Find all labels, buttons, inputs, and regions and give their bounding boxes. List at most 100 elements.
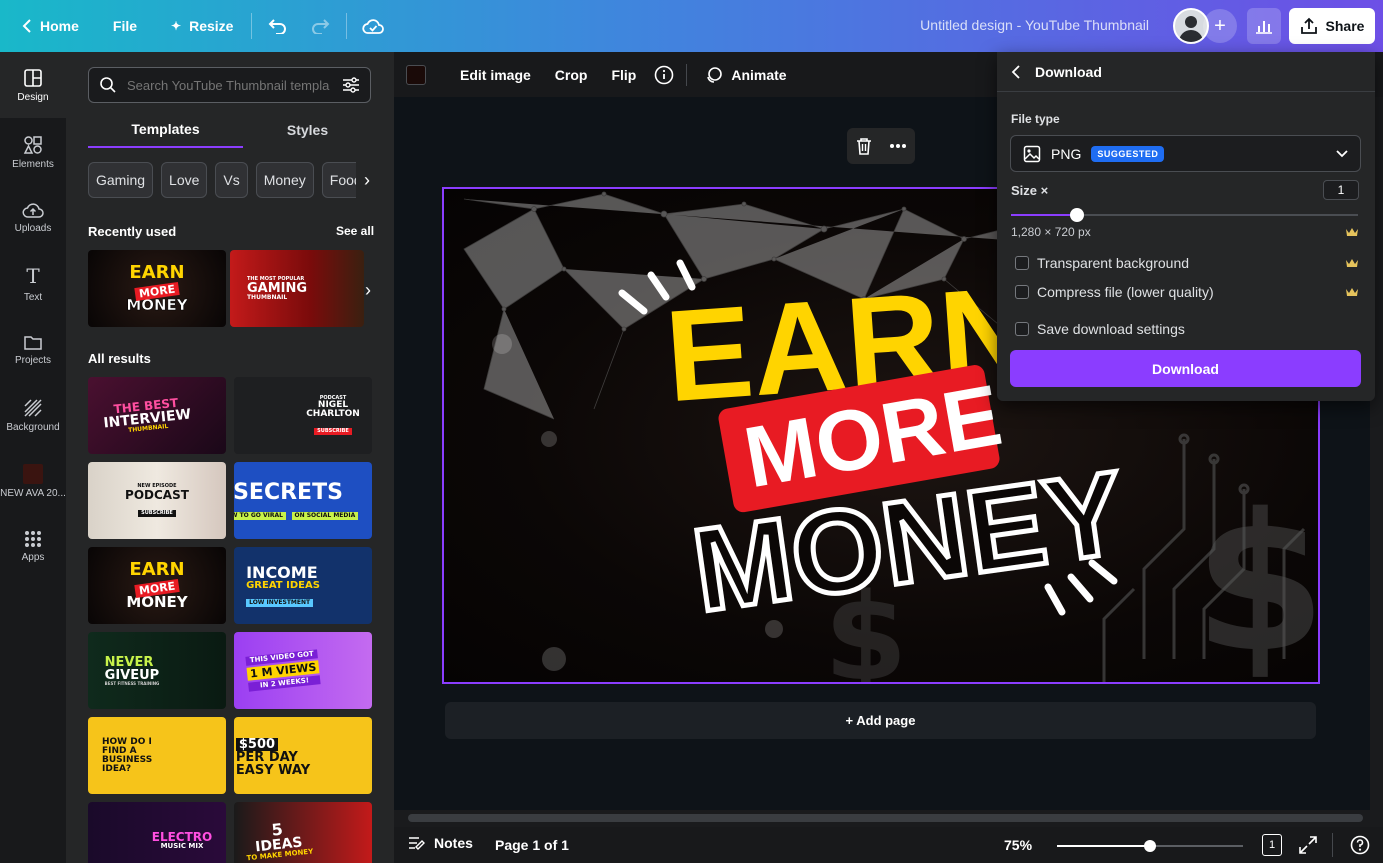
- template-thumbnail[interactable]: NEW EPISODE PODCAST SUBSCRIBE: [88, 462, 226, 539]
- trash-icon[interactable]: [856, 137, 872, 155]
- compress-file-checkbox[interactable]: Compress file (lower quality): [1015, 284, 1214, 300]
- template-thumbnail[interactable]: HOW DO I FIND A BUSINESS IDEA?: [88, 717, 226, 794]
- template-thumbnail[interactable]: THE MOST POPULAR GAMING THUMBNAIL: [230, 250, 364, 327]
- thumb-text: INCOME GREAT IDEAS LOW INVESTMENT: [246, 564, 320, 607]
- category-chips: Gaming Love Vs Money Food: [88, 162, 370, 198]
- info-button[interactable]: [648, 59, 680, 91]
- all-results-heading: All results: [88, 351, 151, 366]
- thumb-line1: NEVER: [104, 654, 154, 670]
- cloud-check-icon: [362, 19, 385, 34]
- zoom-slider[interactable]: [1057, 840, 1243, 852]
- rail-item-background[interactable]: Background: [0, 385, 66, 445]
- search-bar[interactable]: [88, 67, 371, 103]
- size-value: 1: [1337, 183, 1345, 197]
- page-grid-button[interactable]: 1: [1262, 834, 1282, 856]
- redo-button[interactable]: [302, 8, 338, 44]
- undo-button[interactable]: [260, 8, 296, 44]
- home-button[interactable]: Home: [12, 8, 89, 44]
- notes-button[interactable]: Notes: [408, 835, 473, 851]
- thumb-line3: LOW INVESTMENT: [246, 598, 314, 607]
- chip-love[interactable]: Love: [161, 162, 208, 198]
- template-thumbnail[interactable]: 5 IDEAS TO MAKE MONEY: [234, 802, 372, 863]
- template-thumbnail[interactable]: PODCAST NIGEL CHARLTON SUBSCRIBE: [234, 377, 372, 454]
- add-page-button[interactable]: + Add page: [445, 702, 1316, 739]
- share-button[interactable]: Share: [1289, 8, 1375, 44]
- template-thumbnail[interactable]: NEVER GIVEUP BEST FITNESS TRAINING: [88, 632, 226, 709]
- checkbox-box[interactable]: [1015, 256, 1029, 270]
- rail-item-apps[interactable]: Apps: [0, 516, 66, 576]
- rail-item-elements[interactable]: Elements: [0, 122, 66, 182]
- chip-money[interactable]: Money: [255, 162, 314, 198]
- tab-label: Styles: [286, 122, 329, 138]
- see-all-link[interactable]: See all: [336, 224, 374, 238]
- template-thumbnail[interactable]: EARN MORE MONEY: [88, 250, 226, 327]
- chip-label: Gaming: [96, 172, 146, 188]
- thumb-line2: NIGEL CHARLTON: [306, 400, 360, 419]
- template-thumbnail[interactable]: INCOME GREAT IDEAS LOW INVESTMENT: [234, 547, 372, 624]
- crown-icon: [1346, 288, 1358, 296]
- thumb-line1: SECRETS: [234, 479, 343, 505]
- thumb-line2: FIND A BUSINESS: [102, 745, 153, 765]
- tab-templates[interactable]: Templates: [88, 112, 243, 148]
- rail-item-text[interactable]: T Text: [0, 253, 66, 313]
- zoom-slider-handle[interactable]: [1144, 840, 1156, 852]
- thumb-line2: HOW TO GO VIRAL: [234, 511, 286, 520]
- template-thumbnail[interactable]: EARN MORE MONEY: [88, 547, 226, 624]
- download-dropdown: Download File type PNG SUGGESTED Size × …: [997, 52, 1375, 401]
- search-input[interactable]: [127, 77, 332, 93]
- templates-panel: Templates Styles Gaming Love Vs Money Fo…: [66, 52, 394, 863]
- back-chevron-icon[interactable]: [1011, 64, 1021, 79]
- checkbox-box[interactable]: [1015, 285, 1029, 299]
- file-type-select[interactable]: PNG SUGGESTED: [1010, 135, 1361, 172]
- page-indicator[interactable]: Page 1 of 1: [495, 837, 569, 853]
- tab-styles[interactable]: Styles: [230, 112, 385, 148]
- zoom-percent[interactable]: 75%: [1004, 837, 1032, 853]
- save-status-button[interactable]: [355, 8, 391, 44]
- crown-icon: [1346, 228, 1358, 236]
- chip-gaming[interactable]: Gaming: [88, 162, 154, 198]
- template-thumbnail[interactable]: THE BEST INTERVIEW THUMBNAIL: [88, 377, 226, 454]
- save-settings-checkbox[interactable]: Save download settings: [1015, 321, 1185, 337]
- bottom-bar: Notes Page 1 of 1 75% 1: [394, 827, 1383, 863]
- scrollbar-thumb[interactable]: [408, 814, 1363, 822]
- resize-button[interactable]: ✦ Resize: [161, 8, 243, 44]
- download-button[interactable]: Download: [1010, 350, 1361, 387]
- help-icon[interactable]: [1350, 835, 1370, 855]
- rail-item-uploads[interactable]: Uploads: [0, 187, 66, 247]
- rail-item-design[interactable]: Design: [0, 52, 66, 118]
- flip-button[interactable]: Flip: [599, 59, 648, 91]
- tab-label: Templates: [131, 121, 200, 137]
- thumb-text: NEVER GIVEUP BEST FITNESS TRAINING: [105, 656, 160, 686]
- size-multiplier-input[interactable]: 1: [1323, 180, 1359, 200]
- rail-label: Projects: [14, 354, 52, 366]
- template-thumbnail[interactable]: $500 PER DAY EASY WAY: [234, 717, 372, 794]
- add-collaborator-button[interactable]: +: [1203, 9, 1237, 43]
- recent-next-button[interactable]: ›: [358, 270, 378, 310]
- transparent-background-checkbox[interactable]: Transparent background: [1015, 255, 1189, 271]
- template-thumbnail[interactable]: SECRETS HOW TO GO VIRAL ON SOCIAL MEDIA: [234, 462, 372, 539]
- chips-next-button[interactable]: ›: [356, 162, 378, 198]
- crop-button[interactable]: Crop: [543, 59, 600, 91]
- size-slider[interactable]: [1011, 208, 1358, 222]
- horizontal-scrollbar[interactable]: [394, 810, 1383, 827]
- template-thumbnail[interactable]: THIS VIDEO GOT 1 M VIEWS IN 2 WEEKS!: [234, 632, 372, 709]
- template-thumbnail[interactable]: ELECTRO MUSIC MIX: [88, 802, 226, 863]
- edit-image-label: Edit image: [460, 66, 531, 83]
- rail-item-recent-project[interactable]: NEW AVA 20...: [0, 451, 66, 511]
- more-options-icon[interactable]: [889, 143, 907, 149]
- elements-icon: [23, 135, 42, 154]
- color-swatch[interactable]: [406, 64, 426, 85]
- fullscreen-icon[interactable]: [1299, 836, 1317, 854]
- file-menu-button[interactable]: File: [103, 8, 147, 44]
- document-title[interactable]: Untitled design - YouTube Thumbnail: [920, 17, 1149, 33]
- size-label: Size ×: [1011, 183, 1049, 198]
- filter-icon[interactable]: [342, 76, 360, 94]
- rail-item-projects[interactable]: Projects: [0, 319, 66, 379]
- edit-image-button[interactable]: Edit image: [448, 59, 543, 91]
- checkbox-box[interactable]: [1015, 322, 1029, 336]
- chip-vs[interactable]: Vs: [215, 162, 248, 198]
- animate-button[interactable]: Animate: [693, 59, 798, 91]
- insights-button[interactable]: [1247, 8, 1281, 44]
- size-slider-handle[interactable]: [1070, 208, 1084, 222]
- chip-label: Vs: [223, 172, 240, 188]
